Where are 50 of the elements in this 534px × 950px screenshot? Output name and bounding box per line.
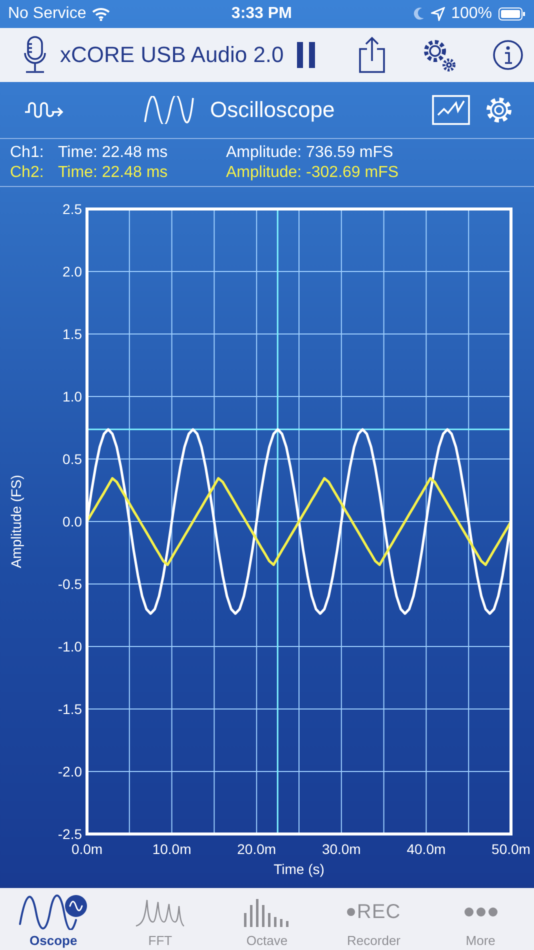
x-tick-label: 50.0m	[492, 841, 530, 857]
x-tick-label: 0.0m	[71, 841, 103, 857]
battery-percent: 100%	[451, 5, 492, 23]
device-name: xCORE USB Audio 2.0	[60, 42, 284, 68]
y-tick-label: -0.5	[58, 576, 82, 592]
pause-button[interactable]	[296, 41, 316, 69]
y-tick-label: 1.0	[62, 388, 82, 404]
y-axis-title: Amplitude (FS)	[8, 474, 24, 568]
channel-label: Ch1:	[10, 142, 45, 162]
settings-icon[interactable]	[484, 95, 514, 125]
y-tick-label: -1.0	[58, 638, 82, 654]
y-tick-label: -1.5	[58, 701, 82, 717]
carrier-text: No Service	[8, 5, 86, 23]
tab-item[interactable]: FFT	[106, 888, 214, 950]
sine-wave-icon	[18, 894, 88, 930]
y-tick-label: -2.5	[58, 826, 82, 842]
more-dots-icon	[464, 907, 498, 917]
y-tick-label: 2.5	[62, 201, 82, 217]
channel-label: Ch2:	[10, 162, 45, 182]
moon-icon	[413, 7, 426, 21]
rec-label: REC	[356, 900, 401, 924]
microphone-icon[interactable]	[22, 35, 48, 75]
y-tick-label: -2.0	[58, 764, 82, 780]
amplitude-readout: Amplitude: -302.69 mFS	[226, 162, 400, 182]
wifi-icon	[92, 7, 110, 21]
record-dot-icon	[346, 908, 355, 916]
x-tick-label: 40.0m	[406, 841, 446, 857]
amplitude-readout: Amplitude: 736.59 mFS	[226, 142, 394, 162]
x-axis-title: Time (s)	[274, 861, 324, 877]
battery-icon	[498, 7, 526, 21]
y-tick-label: 0.5	[62, 451, 82, 467]
tab-item[interactable]: Oscope	[0, 888, 107, 950]
x-tick-label: 30.0m	[322, 841, 361, 857]
share-icon[interactable]	[358, 36, 386, 74]
clock-text: 3:33 PM	[231, 5, 292, 23]
time-readout: Time: 22.48 ms	[58, 162, 169, 182]
sine-wave-icon	[144, 96, 194, 124]
tab-item[interactable]: REC Recorder	[320, 888, 428, 950]
chart-view-icon[interactable]	[432, 95, 470, 125]
mode-title: Oscilloscope	[210, 97, 336, 123]
y-tick-label: 0.0	[62, 514, 82, 530]
location-arrow-icon	[431, 7, 446, 21]
info-icon[interactable]	[492, 39, 524, 71]
tab-item[interactable]: More	[427, 888, 534, 950]
x-tick-label: 10.0m	[152, 841, 192, 857]
time-readout: Time: 22.48 ms	[58, 142, 169, 162]
y-tick-label: 1.5	[62, 326, 82, 342]
x-tick-label: 20.0m	[237, 841, 276, 857]
y-tick-label: 2.0	[62, 264, 82, 280]
tab-item[interactable]: Octave	[214, 888, 320, 950]
